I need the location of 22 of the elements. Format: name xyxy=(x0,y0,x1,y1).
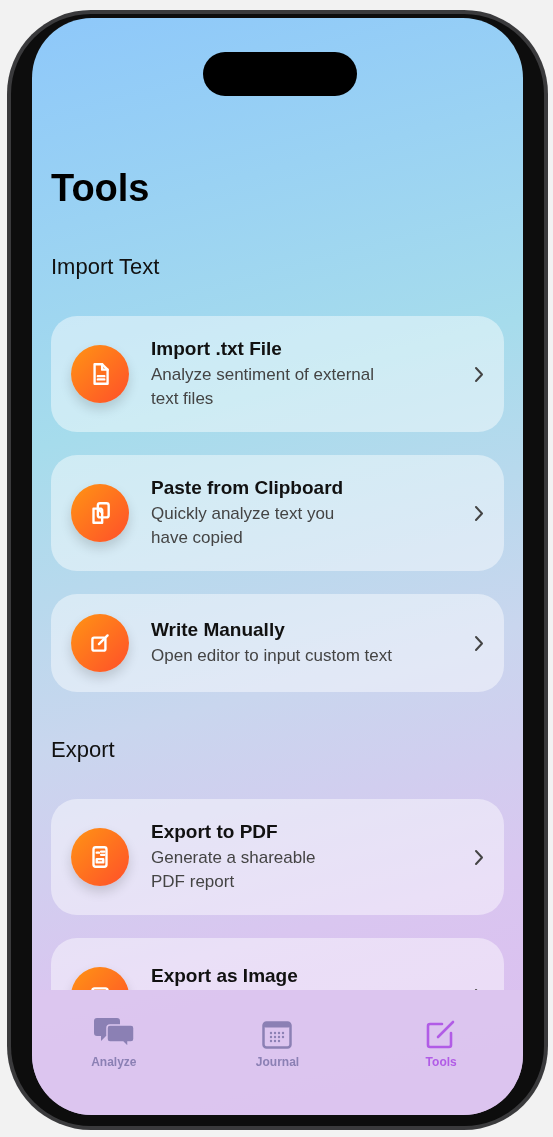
edit-icon xyxy=(426,1019,457,1049)
tool-card[interactable]: Import .txt File Analyze sentiment of external text files xyxy=(51,316,504,432)
card-title: Export to PDF xyxy=(151,820,279,844)
card-description: Open editor to input custom text xyxy=(151,645,393,667)
tool-card[interactable]: Export to PDF Generate a shareable PDF report xyxy=(51,799,504,915)
card-description: Generate a shareable PDF report xyxy=(151,847,317,893)
card-title: Import .txt File xyxy=(151,337,283,361)
card-title: Paste from Clipboard xyxy=(151,476,345,500)
chevron-right-icon xyxy=(474,365,484,383)
card-title: Export as Image xyxy=(151,964,299,988)
section-heading: Import Text xyxy=(51,254,161,280)
chevron-right-icon xyxy=(474,504,484,522)
calendar-icon xyxy=(262,1021,293,1049)
chevron-right-icon xyxy=(474,634,484,652)
page-title: Tools xyxy=(51,168,151,208)
card-description: Quickly analyze text you have copied xyxy=(151,503,336,549)
card-description: Analyze sentiment of external text files xyxy=(151,364,375,410)
tool-card[interactable]: Paste from Clipboard Quickly analyze text you have copied xyxy=(51,455,504,571)
section-heading: Export xyxy=(51,737,116,763)
card-title: Write Manually xyxy=(151,618,286,642)
tool-card[interactable]: Write Manually Open editor to input custom text xyxy=(51,594,504,692)
chevron-right-icon xyxy=(474,848,484,866)
